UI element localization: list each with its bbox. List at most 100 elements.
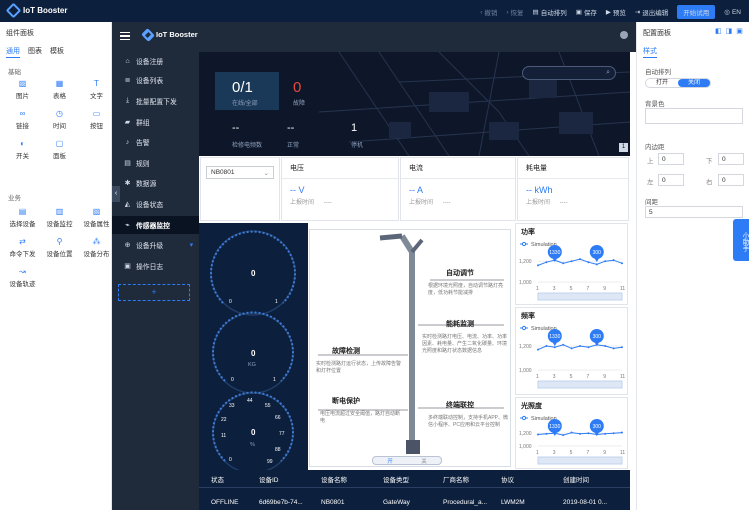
- device-table: 状态 设备ID 设备名称 设备类型 厂商名称 协议 创建时间 OFFLINE 6…: [199, 470, 630, 510]
- nav-item-datasource[interactable]: ✱ 数据源: [112, 174, 199, 192]
- component-command[interactable]: ⇄ 命令下发: [4, 238, 41, 259]
- marker-label: 300: [593, 424, 602, 430]
- start-trial-button[interactable]: 开始试用: [677, 5, 716, 19]
- pad-bottom-input[interactable]: 0: [718, 153, 744, 165]
- tab-general[interactable]: 通用: [6, 46, 20, 58]
- table-row[interactable]: OFFLINE 6d69be7b-74... NB0801 GateWay Pr…: [199, 493, 630, 511]
- col-vendor: 厂商名称: [443, 476, 469, 484]
- toggle-off[interactable]: 关: [407, 457, 441, 465]
- nav-item-device-register[interactable]: ⌂ 设备注册: [112, 52, 199, 70]
- nav-item-device-upgrade[interactable]: ⊕ 设备升级 ▾: [112, 236, 199, 254]
- save-button[interactable]: ▣ 保存: [576, 7, 597, 17]
- data-point: [621, 431, 623, 434]
- nav-item-rules[interactable]: ▤ 规则: [112, 154, 199, 172]
- assistant-tab[interactable]: 小助手: [733, 219, 749, 261]
- track-icon: ↝: [19, 267, 26, 276]
- data-point: [604, 345, 607, 347]
- basic-components: ▨ 图片 ▦ 表格 T 文字 ∞ 链接 ◷ 时间 ▭ 按钮 ◐ 开关 ▢ 面板: [4, 79, 115, 161]
- voltage-time: 上报时间 ----: [290, 200, 332, 206]
- bg-color-input[interactable]: [645, 108, 743, 124]
- panel-icon: ▢: [55, 139, 64, 148]
- nav-item-sensor-monitor[interactable]: ⌁ 传感器监控: [112, 216, 199, 234]
- exit-edit-button[interactable]: ⇥ 退出编辑: [635, 7, 668, 17]
- component-switch[interactable]: ◐ 开关: [4, 139, 41, 161]
- layout-full-icon[interactable]: ▣: [736, 27, 743, 35]
- x-tick-label: 11: [620, 450, 625, 456]
- auto-layout-off[interactable]: 关闭: [678, 79, 710, 87]
- tab-charts[interactable]: 图表: [28, 46, 42, 58]
- component-device-attr[interactable]: ▧ 设备属性: [78, 208, 115, 229]
- repair-count: --: [232, 122, 240, 134]
- device-select[interactable]: NB0801 ⌄: [206, 166, 274, 179]
- canvas-header: IoT Booster: [141, 22, 636, 52]
- component-table[interactable]: ▦ 表格: [41, 80, 78, 101]
- pad-top-input[interactable]: 0: [658, 153, 684, 165]
- switch-icon: ◐: [20, 139, 25, 148]
- tab-templates[interactable]: 模板: [50, 46, 64, 58]
- collapse-panel-button[interactable]: ‹: [112, 186, 120, 202]
- auto-layout-on[interactable]: 打开: [646, 79, 678, 87]
- upgrade-icon: ⊕: [124, 242, 131, 249]
- user-avatar-icon[interactable]: [620, 31, 628, 39]
- editor-toolbar: ‹ 撤销 › 恢复 ▤ 自动排列 ▣ 保存 ▶ 预览 ⇥ 退出编辑 开始试用 ◎ EN: [480, 5, 741, 19]
- nav-item-operation-log[interactable]: ▣ 操作日志: [112, 257, 199, 275]
- fault-label: 故障: [293, 101, 306, 107]
- map-search-input[interactable]: ⌕: [522, 66, 616, 80]
- preview-button[interactable]: ▶ 预览: [606, 7, 626, 17]
- component-device-distribution[interactable]: ⁂ 设备分布: [78, 238, 115, 259]
- auto-layout-toggle[interactable]: 打开 关闭: [645, 78, 711, 88]
- light-toggle[interactable]: 开 关: [372, 456, 442, 465]
- add-component-slot[interactable]: +: [118, 284, 190, 301]
- component-panel-title: 组件面板: [6, 30, 34, 37]
- col-device-type: 设备类型: [383, 476, 409, 484]
- normal-label: 正常: [287, 143, 300, 149]
- nav-item-device-status[interactable]: ◭ 设备状态: [112, 195, 199, 213]
- padding-label: 内边距: [645, 144, 665, 151]
- nav-item-device-list[interactable]: ≣ 设备列表: [112, 71, 199, 89]
- gauge-3-tick: 88: [275, 447, 281, 453]
- col-device-id: 设备ID: [259, 476, 279, 484]
- component-device-monitor[interactable]: ▥ 设备监控: [41, 208, 78, 229]
- voltage-title: 电压: [282, 158, 398, 179]
- component-text[interactable]: T 文字: [78, 80, 115, 101]
- component-device-location[interactable]: ⚲ 设备位置: [41, 238, 78, 259]
- gauge-panel: 0 0 1 0 KG 0 1 0 % 44 55 66 33 77 22 88 …: [199, 223, 308, 470]
- nav-item-alarms[interactable]: ♪ 告警: [112, 133, 199, 151]
- data-point: [587, 346, 590, 349]
- nav-item-batch-config[interactable]: ⤓ 批量配置下发: [112, 92, 199, 110]
- gauge-3-value: 0: [251, 428, 256, 437]
- pad-right-input[interactable]: 0: [718, 174, 744, 186]
- exit-icon: ⇥: [634, 9, 641, 16]
- layout-left-icon[interactable]: ◧: [715, 27, 722, 35]
- component-time[interactable]: ◷ 时间: [41, 110, 78, 131]
- pad-left-input[interactable]: 0: [658, 174, 684, 186]
- component-panel-item[interactable]: ▢ 面板: [41, 139, 78, 161]
- redo-button[interactable]: › 恢复: [506, 7, 523, 18]
- component-select-device[interactable]: ▤ 选择设备: [4, 208, 41, 229]
- toggle-on[interactable]: 开: [373, 457, 407, 465]
- menu-icon[interactable]: [120, 32, 130, 40]
- layout-right-icon[interactable]: ◨: [726, 27, 733, 35]
- pad-bottom-label: 下: [706, 158, 713, 165]
- component-button[interactable]: ▭ 按钮: [78, 110, 115, 131]
- marker-label: 1330: [549, 424, 560, 430]
- language-switch[interactable]: ◎ EN: [724, 8, 741, 17]
- current-card: 电流 -- A 上报时间 ----: [400, 157, 516, 221]
- undo-button[interactable]: ‹ 撤销: [480, 7, 497, 18]
- data-point: [562, 262, 565, 265]
- component-device-track[interactable]: ↝ 设备轨迹: [4, 267, 41, 289]
- component-link[interactable]: ∞ 链接: [4, 110, 41, 131]
- nav-item-groups[interactable]: ▰ 群组: [112, 113, 199, 131]
- component-panel: 组件面板 通用 图表 模板 基础 ▨ 图片 ▦ 表格 T 文字 ∞ 链接 ◷ 时间 ▭ 按钮…: [0, 22, 112, 510]
- component-image[interactable]: ▨ 图片: [4, 79, 41, 101]
- gauge-3-tick: 66: [275, 415, 281, 421]
- energy-card: 耗电量 -- kWh 上报时间 ----: [517, 157, 629, 221]
- register-icon: ⌂: [125, 57, 130, 65]
- data-point: [537, 433, 539, 436]
- feature-terminal-text: 多终端联动控制，支持手机APP、微信小程序、PC应用和云平台控制: [428, 415, 509, 428]
- gap-input[interactable]: 5: [645, 206, 743, 218]
- image-icon: ▨: [18, 79, 27, 88]
- tab-style[interactable]: 样式: [643, 46, 657, 58]
- auto-align-button[interactable]: ▤ 自动排列: [533, 7, 567, 17]
- voltage-card: 电压 -- V 上报时间 ----: [281, 157, 399, 221]
